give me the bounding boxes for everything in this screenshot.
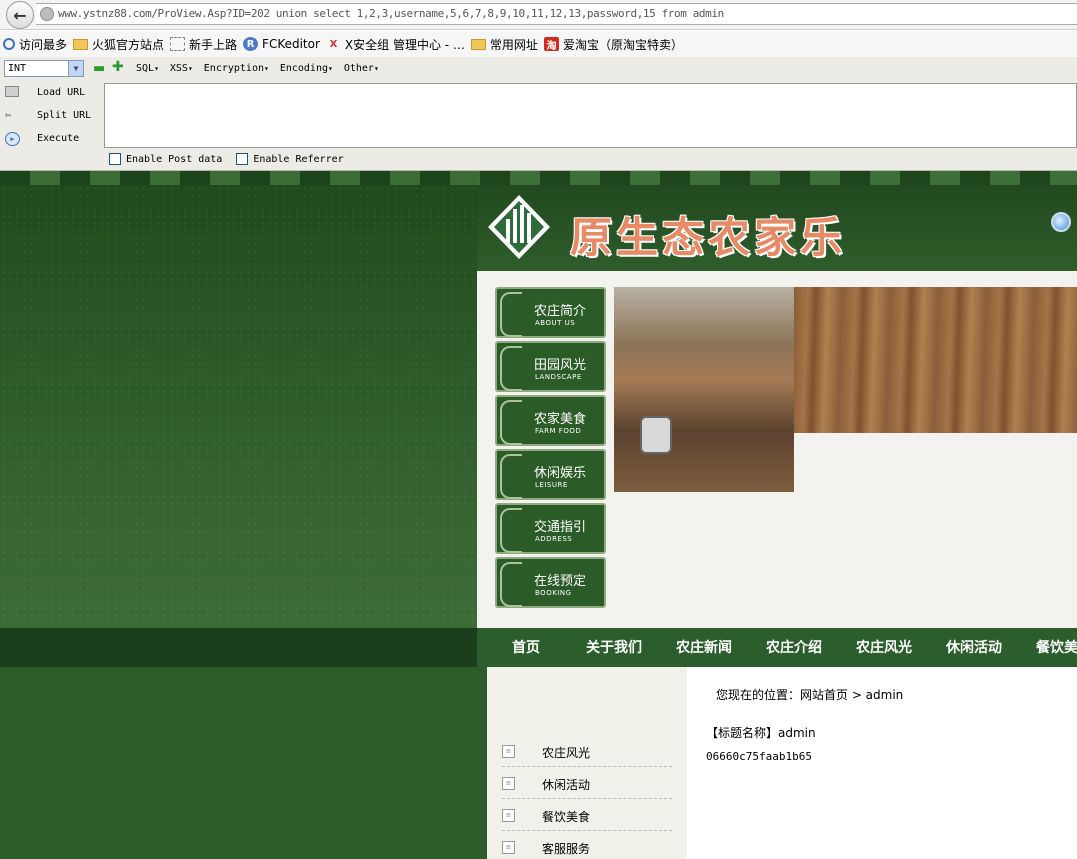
type-select[interactable]: INT ▼ <box>4 60 84 77</box>
top-decoration <box>0 171 1077 185</box>
menu-sql[interactable]: SQL <box>136 63 159 74</box>
bookmark-common-sites[interactable]: 常用网址 <box>470 36 538 53</box>
back-button[interactable]: ← <box>6 1 34 29</box>
nav-about[interactable]: 关于我们 <box>586 637 642 657</box>
site-logo <box>488 195 550 259</box>
sub-menu-item[interactable]: ≡ 餐饮美食 <box>502 799 672 831</box>
sub-menu-item[interactable]: ≡ 休闲活动 <box>502 767 672 799</box>
side-menu-landscape[interactable]: 田园风光 LANDSCAPE <box>495 341 606 392</box>
document-icon: ≡ <box>502 809 515 822</box>
nav-home[interactable]: 首页 <box>512 637 540 657</box>
page-background <box>0 171 477 628</box>
page-icon <box>170 37 186 51</box>
side-menu-booking[interactable]: 在线预定 BOOKING <box>495 557 606 608</box>
nav-activities[interactable]: 休闲活动 <box>946 637 1002 657</box>
sub-menu: ≡ 农庄风光 ≡ 休闲活动 ≡ 餐饮美食 ≡ 客服服务 <box>487 667 687 859</box>
wood-photo <box>794 287 1077 433</box>
x-icon: X <box>329 38 338 50</box>
split-url-button[interactable]: ✂ Split URL <box>2 106 102 129</box>
side-menu-about[interactable]: 农庄简介 ABOUT US <box>495 287 606 338</box>
breadcrumb: 您现在的位置：网站首页 > admin <box>716 688 904 702</box>
magnifier-icon <box>3 38 15 50</box>
bookmarks-bar: 访问最多 火狐官方站点 新手上路 R FCKeditor X X安全组 管理中心 -… <box>0 31 1077 57</box>
hackbar-menus: SQL XSS Encryption Encoding Other <box>136 63 379 74</box>
menu-encryption[interactable]: Encryption <box>204 63 269 74</box>
document-icon: ≡ <box>502 841 515 854</box>
side-menu-leisure[interactable]: 休闲娱乐 LEISURE <box>495 449 606 500</box>
globe-icon <box>40 7 54 21</box>
folder-icon <box>73 38 89 50</box>
nav-dining[interactable]: 餐饮美 <box>1036 637 1077 657</box>
taobao-icon: 淘 <box>543 37 559 52</box>
nav-news[interactable]: 农庄新闻 <box>676 637 732 657</box>
decrease-icon[interactable]: ▬ <box>93 61 105 76</box>
article-body: 06660c75faab1b65 <box>706 750 812 763</box>
bottom-left-background <box>0 667 487 859</box>
hackbar-actions: Load URL ✂ Split URL ▶ Execute <box>2 83 102 152</box>
hackbar-options: Enable Post data Enable Referrer <box>109 153 344 165</box>
bookmark-most-visited[interactable]: 访问最多 <box>3 36 67 53</box>
document-icon: ≡ <box>502 777 515 790</box>
address-bar: ← www.ystnz88.com/ProView.Asp?ID=202 uni… <box>0 0 1077 30</box>
side-menu-address[interactable]: 交通指引 ADDRESS <box>495 503 606 554</box>
execute-button[interactable]: ▶ Execute <box>2 129 102 152</box>
bookmark-getting-started[interactable]: 新手上路 <box>170 36 237 53</box>
increase-icon[interactable]: ✚ <box>112 59 124 75</box>
article-title: 【标题名称】admin <box>706 726 816 740</box>
url-textarea[interactable] <box>104 83 1077 148</box>
bookmark-firefox-site[interactable]: 火狐官方站点 <box>73 36 164 53</box>
load-url-button[interactable]: Load URL <box>2 83 102 106</box>
interior-photo <box>614 287 794 492</box>
sub-menu-item[interactable]: ≡ 农庄风光 <box>502 735 672 767</box>
nav-intro[interactable]: 农庄介绍 <box>766 637 822 657</box>
menu-xss[interactable]: XSS <box>170 63 193 74</box>
referrer-checkbox[interactable]: Enable Referrer <box>236 153 344 165</box>
back-arrow-icon: ← <box>13 5 27 25</box>
checkbox-icon <box>236 153 249 165</box>
url-field[interactable]: www.ystnz88.com/ProView.Asp?ID=202 union… <box>36 3 1077 25</box>
folder-icon <box>470 38 486 50</box>
load-icon <box>5 86 19 97</box>
search-icon[interactable] <box>1051 212 1071 232</box>
checkbox-icon <box>109 153 121 165</box>
main-nav: 首页 关于我们 农庄新闻 农庄介绍 农庄风光 休闲活动 餐饮美 <box>477 628 1077 667</box>
side-menu: 农庄简介 ABOUT US 田园风光 LANDSCAPE 农家美食 FARM FOOD… <box>495 287 606 611</box>
dropdown-arrow-icon: ▼ <box>68 61 83 76</box>
sub-menu-item[interactable]: ≡ 客服服务 <box>502 831 672 859</box>
post-data-checkbox[interactable]: Enable Post data <box>109 153 222 165</box>
menu-other[interactable]: Other <box>344 63 379 74</box>
bookmark-aitaobao[interactable]: 淘爱淘宝（原淘宝特卖） <box>543 36 683 53</box>
hackbar-panel: INT▼ ▬ ✚ SQL XSS Encryption Encoding Oth… <box>0 57 1077 171</box>
nav-scenery[interactable]: 农庄风光 <box>856 637 912 657</box>
scissors-icon: ✂ <box>5 109 12 122</box>
site-title: 原生态农家乐 <box>570 213 847 262</box>
side-menu-farm-food[interactable]: 农家美食 FARM FOOD <box>495 395 606 446</box>
fckeditor-icon: R <box>243 37 259 51</box>
bookmark-fckeditor[interactable]: R FCKeditor <box>243 37 320 51</box>
url-text: www.ystnz88.com/ProView.Asp?ID=202 union… <box>58 7 724 20</box>
cooker-photo-detail <box>640 416 672 454</box>
bookmark-x-security[interactable]: X X安全组 管理中心 - … <box>326 36 465 53</box>
document-icon: ≡ <box>502 745 515 758</box>
menu-encoding[interactable]: Encoding <box>280 63 333 74</box>
play-icon: ▶ <box>5 132 20 146</box>
